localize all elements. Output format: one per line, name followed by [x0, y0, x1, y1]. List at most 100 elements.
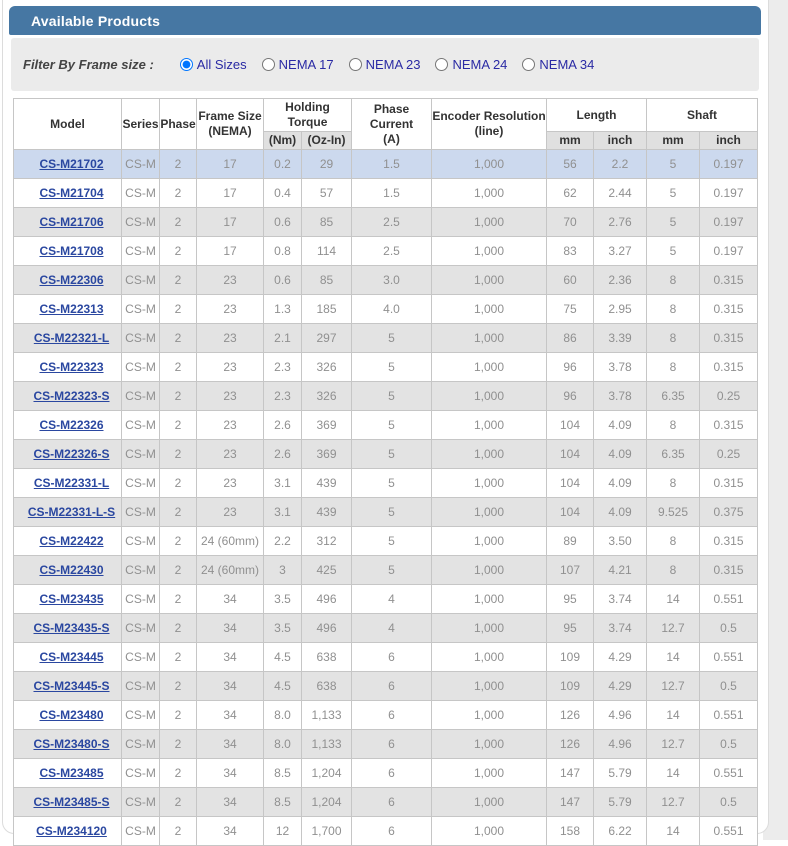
- encoder-resolution-cell: 1,000: [431, 207, 548, 237]
- encoder-resolution-cell: 1,000: [431, 265, 548, 295]
- model-link[interactable]: CS-M23485: [39, 766, 103, 780]
- table-row: CS-M23445 CS-M 2 34 4.5 638 6 1,000 109 …: [13, 642, 759, 672]
- model-link[interactable]: CS-M23445: [39, 650, 103, 664]
- series-cell: CS-M: [121, 497, 160, 527]
- series-cell: CS-M: [121, 613, 160, 643]
- phase-cell: 2: [159, 816, 197, 846]
- table-row: CS-M22331-L CS-M 2 23 3.1 439 5 1,000 10…: [13, 468, 759, 498]
- model-link[interactable]: CS-M22422: [39, 534, 103, 548]
- length-inch-cell: 3.74: [593, 584, 648, 614]
- shaft-mm-cell: 5: [646, 149, 701, 179]
- model-link[interactable]: CS-M21704: [39, 186, 103, 200]
- model-link[interactable]: CS-M21708: [39, 244, 103, 258]
- length-inch-cell: 3.39: [593, 323, 648, 353]
- radio-label[interactable]: NEMA 17: [279, 57, 334, 72]
- frame-size-radio-nema-24[interactable]: [435, 58, 449, 71]
- model-link[interactable]: CS-M22323-S: [33, 389, 109, 403]
- model-link[interactable]: CS-M22331-L: [34, 476, 109, 490]
- frame-size-cell: 34: [196, 729, 264, 759]
- column-header-shaft: Shaft: [646, 98, 759, 132]
- column-header-encoder-resolution: Encoder Resolution (line): [431, 98, 548, 150]
- model-cell: CS-M22321-L: [13, 323, 122, 353]
- model-link[interactable]: CS-M23480: [39, 708, 103, 722]
- shaft-mm-cell: 12.7: [646, 671, 701, 701]
- length-inch-cell: 2.44: [593, 178, 648, 208]
- model-link[interactable]: CS-M22430: [39, 563, 103, 577]
- model-cell: CS-M23445-S: [13, 671, 122, 701]
- radio-label[interactable]: NEMA 23: [366, 57, 421, 72]
- encoder-resolution-cell: 1,000: [431, 816, 548, 846]
- model-link[interactable]: CS-M23480-S: [33, 737, 109, 751]
- model-link[interactable]: CS-M22321-L: [34, 331, 109, 345]
- shaft-inch-cell: 0.551: [699, 642, 759, 672]
- subheader-torque-nm: (Nm): [263, 131, 302, 150]
- encoder-resolution-cell: 1,000: [431, 352, 548, 382]
- model-cell: CS-M23485: [13, 758, 122, 788]
- model-link[interactable]: CS-M22331-L-S: [28, 505, 115, 519]
- frame-size-radio-all-sizes[interactable]: [179, 58, 193, 71]
- encoder-resolution-cell: 1,000: [431, 758, 548, 788]
- shaft-mm-cell: 9.525: [646, 497, 701, 527]
- length-mm-cell: 95: [546, 613, 595, 643]
- length-mm-cell: 109: [546, 642, 595, 672]
- frame-size-radio-option[interactable]: NEMA 24: [435, 57, 507, 72]
- model-link[interactable]: CS-M21702: [39, 157, 103, 171]
- frame-size-cell: 23: [196, 410, 264, 440]
- radio-label[interactable]: All Sizes: [197, 57, 247, 72]
- column-header-frame-size: Frame Size (NEMA): [196, 98, 264, 150]
- shaft-mm-cell: 8: [646, 352, 701, 382]
- frame-size-radio-nema-17[interactable]: [261, 58, 275, 71]
- frame-size-cell: 17: [196, 149, 264, 179]
- phase-cell: 2: [159, 555, 197, 585]
- torque-nm-cell: 8.0: [263, 729, 302, 759]
- frame-size-radio-nema-23[interactable]: [348, 58, 362, 71]
- radio-label[interactable]: NEMA 24: [452, 57, 507, 72]
- length-mm-cell: 104: [546, 439, 595, 469]
- length-inch-cell: 2.36: [593, 265, 648, 295]
- table-row: CS-M23485-S CS-M 2 34 8.5 1,204 6 1,000 …: [13, 787, 759, 817]
- table-row: CS-M21708 CS-M 2 17 0.8 114 2.5 1,000 83…: [13, 236, 759, 266]
- length-inch-cell: 4.96: [593, 700, 648, 730]
- model-link[interactable]: CS-M21706: [39, 215, 103, 229]
- model-link[interactable]: CS-M234120: [36, 824, 107, 838]
- encoder-resolution-cell: 1,000: [431, 671, 548, 701]
- encoder-resolution-cell: 1,000: [431, 294, 548, 324]
- frame-size-radio-nema-34[interactable]: [522, 58, 536, 71]
- frame-size-cell: 34: [196, 758, 264, 788]
- model-link[interactable]: CS-M22326: [39, 418, 103, 432]
- radio-label[interactable]: NEMA 34: [539, 57, 594, 72]
- shaft-inch-cell: 0.5: [699, 671, 759, 701]
- frame-size-cell: 24 (60mm): [196, 526, 264, 556]
- torque-ozin-cell: 439: [300, 497, 353, 527]
- phase-current-cell: 6: [351, 671, 433, 701]
- model-link[interactable]: CS-M23435-S: [33, 621, 109, 635]
- length-mm-cell: 70: [546, 207, 595, 237]
- series-cell: CS-M: [121, 294, 160, 324]
- length-mm-cell: 126: [546, 729, 595, 759]
- model-link[interactable]: CS-M22306: [39, 273, 103, 287]
- frame-size-radio-option[interactable]: NEMA 17: [261, 57, 334, 72]
- phase-current-cell: 5: [351, 439, 433, 469]
- frame-size-radio-option[interactable]: NEMA 23: [348, 57, 421, 72]
- series-cell: CS-M: [121, 468, 160, 498]
- torque-nm-cell: 3.5: [263, 584, 302, 614]
- frame-size-radio-option[interactable]: NEMA 34: [522, 57, 594, 72]
- model-cell: CS-M23480-S: [13, 729, 122, 759]
- model-link[interactable]: CS-M23485-S: [33, 795, 109, 809]
- model-link[interactable]: CS-M23435: [39, 592, 103, 606]
- series-cell: CS-M: [121, 816, 160, 846]
- encoder-resolution-cell: 1,000: [431, 381, 548, 411]
- model-link[interactable]: CS-M22323: [39, 360, 103, 374]
- table-row: CS-M234120 CS-M 2 34 12 1,700 6 1,000 15…: [13, 816, 759, 846]
- model-link[interactable]: CS-M22313: [39, 302, 103, 316]
- phase-cell: 2: [159, 758, 197, 788]
- length-mm-cell: 86: [546, 323, 595, 353]
- torque-ozin-cell: 496: [300, 584, 353, 614]
- model-link[interactable]: CS-M22326-S: [33, 447, 109, 461]
- model-link[interactable]: CS-M23445-S: [33, 679, 109, 693]
- torque-ozin-cell: 185: [300, 294, 353, 324]
- length-mm-cell: 109: [546, 671, 595, 701]
- model-cell: CS-M23435-S: [13, 613, 122, 643]
- torque-nm-cell: 0.6: [263, 207, 302, 237]
- frame-size-radio-option[interactable]: All Sizes: [179, 57, 247, 72]
